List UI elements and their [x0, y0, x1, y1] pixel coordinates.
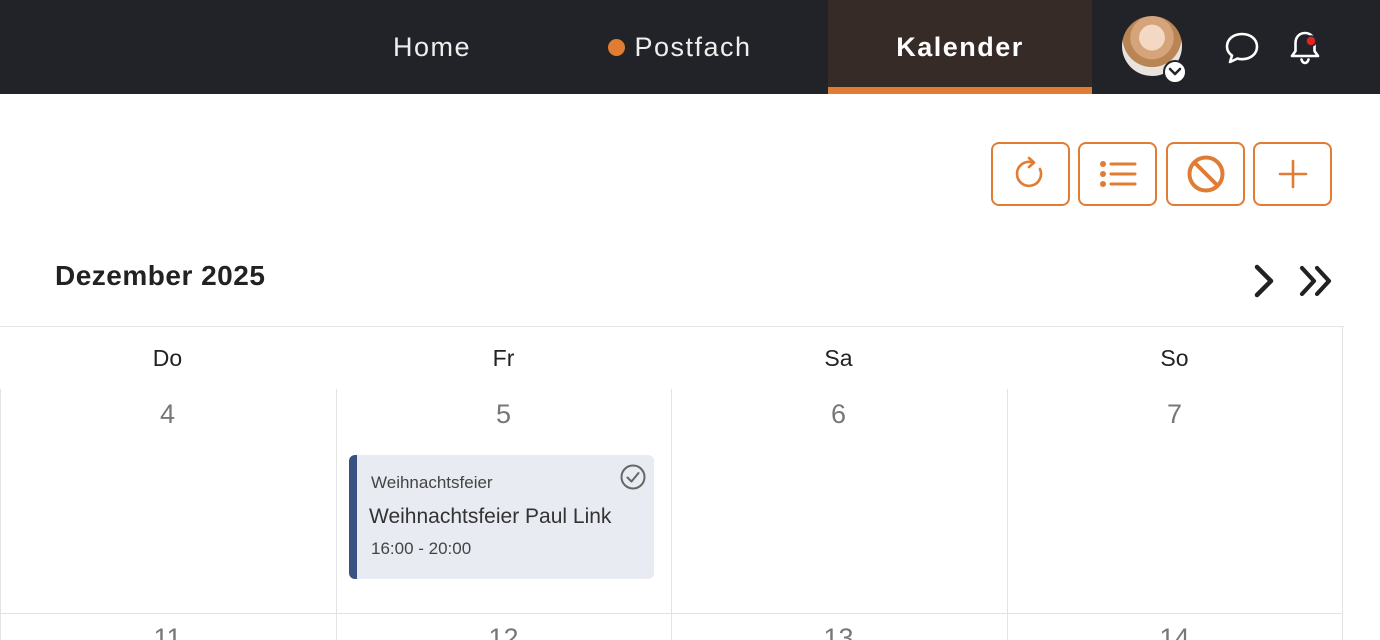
- weekday-header: Fr: [492, 345, 515, 371]
- grid-divider: [0, 613, 1343, 614]
- grid-divider: [1342, 327, 1343, 640]
- cancel-button[interactable]: [1166, 142, 1245, 206]
- weekday-header: Do: [152, 345, 183, 371]
- day-cell-number[interactable]: 7: [1007, 399, 1342, 430]
- chat-icon[interactable]: [1224, 31, 1260, 65]
- list-view-button[interactable]: [1078, 142, 1157, 206]
- day-cell-number[interactable]: 12: [336, 623, 671, 640]
- add-event-button[interactable]: [1253, 142, 1332, 206]
- calendar-grid: Do Fr Sa So 4 5 6 7 11 12 13 14: [0, 326, 1344, 640]
- nav-tab-kalender[interactable]: Kalender: [828, 0, 1092, 94]
- double-chevron-right-icon[interactable]: [1297, 262, 1337, 300]
- nav-tab-home-label: Home: [392, 31, 472, 62]
- block-icon: [1187, 155, 1224, 193]
- nav-tab-postfach[interactable]: Postfach: [560, 0, 800, 94]
- day-cell-number[interactable]: 14: [1007, 623, 1342, 640]
- plus-icon: [1278, 159, 1307, 189]
- refresh-icon: [1015, 156, 1042, 188]
- event-title: Weihnachtsfeier Paul Link: [369, 505, 612, 528]
- day-cell-number[interactable]: 13: [671, 623, 1006, 640]
- top-navigation-bar: Home Postfach Kalender: [0, 0, 1380, 94]
- event-category: Weihnachtsfeier: [371, 473, 493, 492]
- nav-tab-kalender-label: Kalender: [896, 31, 1024, 62]
- check-circle-icon[interactable]: [619, 463, 647, 491]
- weekday-header: So: [1160, 345, 1189, 371]
- list-icon: [1099, 161, 1136, 187]
- month-title: Dezember 2025: [55, 260, 266, 291]
- refresh-button[interactable]: [991, 142, 1070, 206]
- event-time: 16:00 - 20:00: [371, 539, 472, 558]
- day-cell-number[interactable]: 4: [0, 399, 335, 430]
- nav-tab-postfach-label: Postfach: [634, 31, 752, 62]
- chevron-right-icon[interactable]: [1247, 262, 1281, 300]
- day-cell-number[interactable]: 11: [0, 623, 335, 640]
- nav-tab-home[interactable]: Home: [330, 0, 534, 94]
- active-tab-indicator: [828, 87, 1092, 94]
- day-cell-number[interactable]: 5: [336, 399, 671, 430]
- day-cell-number[interactable]: 6: [671, 399, 1006, 430]
- bell-icon[interactable]: [1288, 29, 1322, 67]
- unread-dot: [608, 38, 626, 56]
- chevron-down-icon[interactable]: [1163, 60, 1187, 84]
- calendar-event-card[interactable]: Weihnachtsfeier Weihnachtsfeier Paul Lin…: [349, 455, 654, 579]
- weekday-header: Sa: [824, 345, 853, 371]
